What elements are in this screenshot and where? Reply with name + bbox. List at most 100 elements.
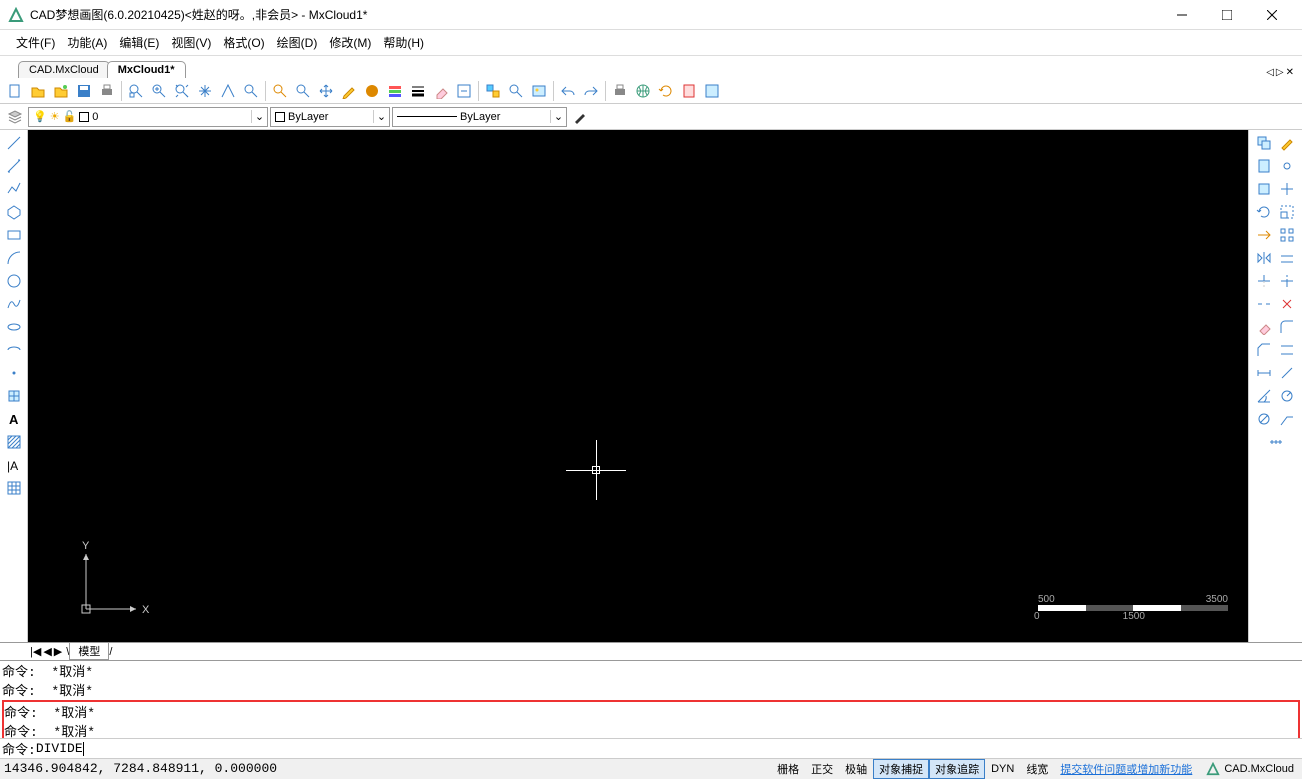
rectangle-icon[interactable] <box>3 224 25 246</box>
break-icon[interactable] <box>1253 293 1275 315</box>
web-icon[interactable] <box>632 80 654 102</box>
xline-icon[interactable] <box>3 155 25 177</box>
layout-nav-next-icon[interactable]: ▶ <box>54 645 62 658</box>
spline-icon[interactable] <box>3 293 25 315</box>
command-input[interactable]: 命令: DIVIDE <box>0 738 1302 758</box>
drawing-canvas[interactable]: X Y 5003500 01500 <box>28 130 1248 642</box>
osnap-button[interactable]: 对象捕捉 <box>873 759 929 779</box>
mirror-icon[interactable] <box>1253 247 1275 269</box>
ellipse-icon[interactable] <box>3 316 25 338</box>
zoom-previous-icon[interactable] <box>217 80 239 102</box>
eraser-icon[interactable] <box>430 80 452 102</box>
mtext-icon[interactable]: |A <box>3 454 25 476</box>
print-icon[interactable] <box>96 80 118 102</box>
zoom-center-icon[interactable] <box>292 80 314 102</box>
leader-icon[interactable] <box>1276 408 1298 430</box>
measure-icon[interactable] <box>1265 431 1287 453</box>
chamfer-icon[interactable] <box>1253 339 1275 361</box>
cut-icon[interactable] <box>1253 178 1275 200</box>
color-dropdown[interactable]: ByLayer ⌄ <box>270 107 390 127</box>
layout-nav-first-icon[interactable]: |◀ <box>30 645 41 658</box>
polar-button[interactable]: 极轴 <box>839 759 873 779</box>
copy-icon[interactable] <box>1253 132 1275 154</box>
paste-icon[interactable] <box>1253 155 1275 177</box>
brush-icon[interactable] <box>569 106 591 128</box>
model-tab[interactable]: 模型 <box>69 643 109 660</box>
properties-icon[interactable] <box>1276 132 1298 154</box>
trim-icon[interactable] <box>1253 270 1275 292</box>
line-icon[interactable] <box>3 132 25 154</box>
erase-icon[interactable] <box>1253 316 1275 338</box>
dim-radius-icon[interactable] <box>1276 385 1298 407</box>
menu-draw[interactable]: 绘图(D) <box>271 31 324 54</box>
find-icon[interactable] <box>505 80 527 102</box>
match-icon[interactable] <box>453 80 475 102</box>
tab-nav-left-icon[interactable]: ◁ <box>1266 67 1274 78</box>
point-icon[interactable] <box>3 362 25 384</box>
refresh-icon[interactable] <box>655 80 677 102</box>
ellipse-arc-icon[interactable] <box>3 339 25 361</box>
arc-icon[interactable] <box>3 247 25 269</box>
image-icon[interactable] <box>528 80 550 102</box>
tab-cad-mxcloud[interactable]: CAD.MxCloud <box>18 61 110 78</box>
zoom-window-icon[interactable] <box>125 80 147 102</box>
polyline-icon[interactable] <box>3 178 25 200</box>
dim-diameter-icon[interactable] <box>1253 408 1275 430</box>
ortho-button[interactable]: 正交 <box>805 759 839 779</box>
otrack-button[interactable]: 对象追踪 <box>929 759 985 779</box>
offset-icon[interactable] <box>1276 247 1298 269</box>
minimize-button[interactable] <box>1159 0 1204 30</box>
maximize-button[interactable] <box>1204 0 1249 30</box>
linetype-dropdown[interactable]: ByLayer ⌄ <box>392 107 567 127</box>
table-icon[interactable] <box>3 477 25 499</box>
pdf-icon[interactable] <box>678 80 700 102</box>
link-icon[interactable] <box>1276 155 1298 177</box>
menu-function[interactable]: 功能(A) <box>61 31 113 54</box>
menu-file[interactable]: 文件(F) <box>10 31 61 54</box>
open-icon[interactable] <box>27 80 49 102</box>
redo-icon[interactable] <box>580 80 602 102</box>
polygon-icon[interactable] <box>3 201 25 223</box>
export-icon[interactable] <box>701 80 723 102</box>
edit-icon[interactable] <box>338 80 360 102</box>
plot-icon[interactable] <box>609 80 631 102</box>
lineweight-button[interactable]: 线宽 <box>1020 759 1054 779</box>
hatch-icon[interactable] <box>3 431 25 453</box>
dim-linear-icon[interactable] <box>1253 362 1275 384</box>
color-icon[interactable] <box>361 80 383 102</box>
align-icon[interactable] <box>1276 339 1298 361</box>
dyn-button[interactable]: DYN <box>985 761 1020 777</box>
stretch-icon[interactable] <box>1253 224 1275 246</box>
explode-icon[interactable] <box>1276 293 1298 315</box>
pan-icon[interactable] <box>194 80 216 102</box>
save-icon[interactable] <box>73 80 95 102</box>
layers-icon[interactable] <box>384 80 406 102</box>
move2-icon[interactable] <box>1276 178 1298 200</box>
menu-view[interactable]: 视图(V) <box>165 31 217 54</box>
extend-icon[interactable] <box>1276 270 1298 292</box>
tab-mxcloud1[interactable]: MxCloud1* <box>107 61 186 78</box>
dim-aligned-icon[interactable] <box>1276 362 1298 384</box>
menu-format[interactable]: 格式(O) <box>217 31 270 54</box>
close-button[interactable] <box>1249 0 1294 30</box>
tab-close-icon[interactable]: ✕ <box>1286 67 1294 78</box>
new-icon[interactable] <box>4 80 26 102</box>
array-icon[interactable] <box>1276 224 1298 246</box>
zoom-in-icon[interactable] <box>148 80 170 102</box>
move-icon[interactable] <box>315 80 337 102</box>
select-icon[interactable] <box>482 80 504 102</box>
layer-manager-icon[interactable] <box>4 106 26 128</box>
layer-dropdown[interactable]: 💡 ☀ 🔓 0 ⌄ <box>28 107 268 127</box>
text-icon[interactable]: A <box>3 408 25 430</box>
dim-angular-icon[interactable] <box>1253 385 1275 407</box>
menu-help[interactable]: 帮助(H) <box>377 31 430 54</box>
menu-modify[interactable]: 修改(M) <box>323 31 377 54</box>
lineweight-icon[interactable] <box>407 80 429 102</box>
tab-nav-right-icon[interactable]: ▷ <box>1276 67 1284 78</box>
rotate-icon[interactable] <box>1253 201 1275 223</box>
feedback-link[interactable]: 提交软件问题或增加新功能 <box>1054 761 1198 777</box>
snap-grid-button[interactable]: 栅格 <box>771 759 805 779</box>
block-icon[interactable] <box>3 385 25 407</box>
menu-edit[interactable]: 编辑(E) <box>113 31 165 54</box>
scale-icon[interactable] <box>1276 201 1298 223</box>
